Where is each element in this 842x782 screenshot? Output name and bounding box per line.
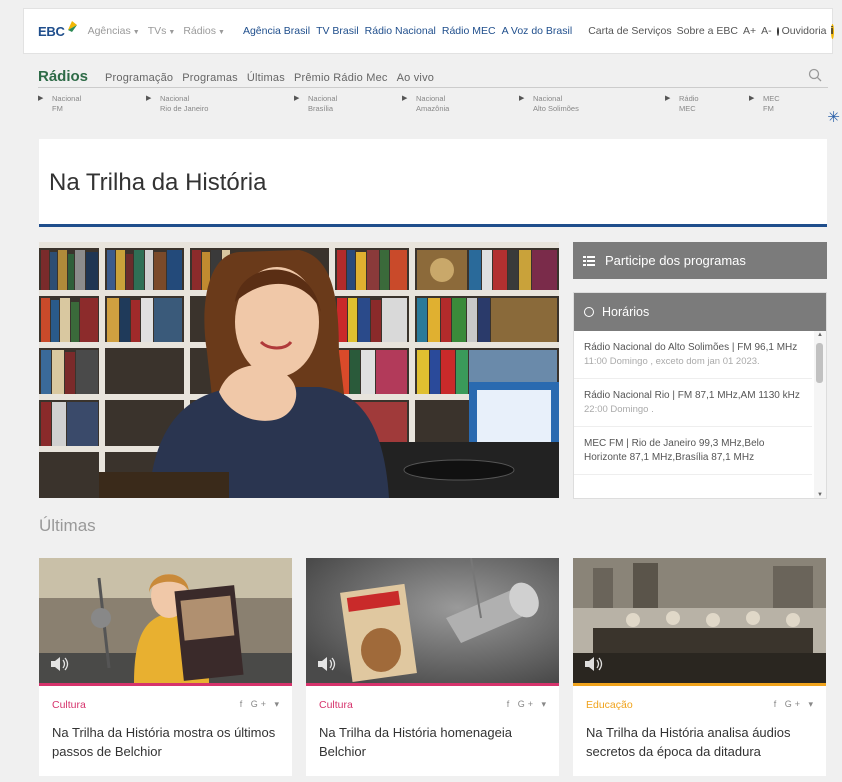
horarios-title: Horários xyxy=(602,305,650,319)
social-share-icons[interactable]: f G+ ▾ xyxy=(774,699,816,710)
play-icon: ▶ xyxy=(519,95,525,102)
link-agencia-brasil[interactable]: Agência Brasil xyxy=(243,25,310,37)
card-headline[interactable]: Na Trilha da História analisa áudios sec… xyxy=(586,723,816,761)
card-accent-bar xyxy=(39,683,292,686)
search-icon[interactable] xyxy=(808,68,822,82)
nav-programas[interactable]: Programas xyxy=(182,69,238,87)
nav-ao-vivo[interactable]: Ao vivo xyxy=(397,69,434,87)
dropdown-agencias[interactable]: Agências ▼ xyxy=(88,25,140,37)
logo-flag-icon xyxy=(67,20,77,32)
page-title: Na Trilha da História xyxy=(49,169,267,196)
accessibility-icon[interactable]: ✳ xyxy=(827,108,840,126)
participe-button[interactable]: Participe dos programas xyxy=(573,242,827,279)
nav-premio-radio-mec[interactable]: Prêmio Rádio Mec xyxy=(294,69,388,87)
station-nacional-rio[interactable]: ▶ Nacional Rio de Janeiro xyxy=(146,94,208,114)
card-category[interactable]: Cultura xyxy=(319,699,353,711)
link-tv-brasil[interactable]: TV Brasil xyxy=(316,25,359,37)
horarios-header: Horários xyxy=(574,293,826,331)
card-headline[interactable]: Na Trilha da História mostra os últimos … xyxy=(52,723,282,761)
play-icon: ▶ xyxy=(402,95,408,102)
social-share-icons[interactable]: f G+ ▾ xyxy=(240,699,282,710)
news-card-1[interactable]: Cultura f G+ ▾ Na Trilha da História mos… xyxy=(39,558,292,776)
ouvidoria-info-icon[interactable]: i xyxy=(830,23,834,39)
station-nacional-alto-solimoes[interactable]: ▶ Nacional Alto Solimões xyxy=(519,94,579,114)
scroll-thumb[interactable] xyxy=(816,343,823,383)
logo-text: EBC xyxy=(38,23,65,39)
station-nacional-amazonia[interactable]: ▶ Nacional Amazônia xyxy=(402,94,449,114)
station-radio-mec[interactable]: ▶ Rádio MEC xyxy=(665,94,699,114)
scroll-down-icon[interactable]: ▼ xyxy=(817,492,823,498)
radios-nav-bar: Rádios Programação Programas Últimas Prê… xyxy=(38,68,828,88)
card-headline[interactable]: Na Trilha da História homenageia Belchio… xyxy=(319,723,549,761)
news-card-2[interactable]: Cultura f G+ ▾ Na Trilha da História hom… xyxy=(306,558,559,776)
participe-label: Participe dos programas xyxy=(605,253,746,268)
dropdown-radios[interactable]: Rádios ▼ xyxy=(183,25,225,37)
nav-programacao[interactable]: Programação xyxy=(105,69,173,87)
link-carta-de-servicos[interactable]: Carta de Serviços xyxy=(588,25,671,37)
play-icon: ▶ xyxy=(294,95,300,102)
caret-down-icon: ▼ xyxy=(218,29,225,36)
play-icon: ▶ xyxy=(146,95,152,102)
ultimas-heading: Últimas xyxy=(39,516,96,535)
caret-down-icon: ▼ xyxy=(168,29,176,36)
audio-icon xyxy=(585,657,603,671)
dropdown-tvs[interactable]: TVs ▼ xyxy=(148,25,176,37)
hero-photo-illustration xyxy=(39,242,559,498)
station-nacional-fm[interactable]: ▶ Nacional FM xyxy=(38,94,81,114)
horarios-list[interactable]: Rádio Nacional do Alto Solimões | FM 96,… xyxy=(574,331,812,475)
card-accent-bar xyxy=(306,683,559,686)
station-nacional-brasilia[interactable]: ▶ Nacional Brasília xyxy=(294,94,337,114)
play-icon: ▶ xyxy=(38,95,44,102)
list-item: Rádio Nacional do Alto Solimões | FM 96,… xyxy=(574,331,812,379)
station-mec-fm[interactable]: ▶ MEC FM xyxy=(749,94,780,114)
list-item: MEC FM | Rio de Janeiro 99,3 MHz,Belo Ho… xyxy=(574,427,812,475)
top-navbar: EBC Agências ▼ TVs ▼ Rádios ▼ Agência Brasi… xyxy=(23,8,834,54)
caret-down-icon: ▼ xyxy=(132,29,140,36)
font-increase-button[interactable]: A+ xyxy=(743,25,756,37)
link-radio-mec[interactable]: Rádio MEC xyxy=(442,25,496,37)
scroll-up-icon[interactable]: ▲ xyxy=(817,332,823,338)
link-a-voz-do-brasil[interactable]: A Voz do Brasil xyxy=(502,25,573,37)
audio-icon xyxy=(51,657,69,671)
card-image[interactable] xyxy=(39,558,292,683)
news-card-3[interactable]: Educação f G+ ▾ Na Trilha da História an… xyxy=(573,558,826,776)
hero-image xyxy=(39,242,559,498)
horarios-scrollbar[interactable]: ▲ ▼ xyxy=(814,331,826,498)
social-share-icons[interactable]: f G+ ▾ xyxy=(507,699,549,710)
link-sobre-a-ebc[interactable]: Sobre a EBC xyxy=(677,25,738,37)
ebc-logo[interactable]: EBC xyxy=(38,20,78,39)
font-decrease-button[interactable]: A- xyxy=(761,25,772,37)
card-image[interactable] xyxy=(573,558,826,683)
card-accent-bar xyxy=(573,683,826,686)
list-icon xyxy=(583,255,595,266)
audio-icon xyxy=(318,657,336,671)
card-category[interactable]: Educação xyxy=(586,699,633,711)
horarios-panel: Horários Rádio Nacional do Alto Solimões… xyxy=(573,292,827,499)
link-ouvidoria[interactable]: Ouvidoria xyxy=(782,25,827,37)
card-image[interactable] xyxy=(306,558,559,683)
card-category[interactable]: Cultura xyxy=(52,699,86,711)
station-list: ▶ Nacional FM ▶ Nacional Rio de Janeiro ▶ Nac… xyxy=(38,94,838,120)
clock-icon xyxy=(584,307,594,317)
play-icon: ▶ xyxy=(665,95,671,102)
play-icon: ▶ xyxy=(749,95,755,102)
program-title-card: Na Trilha da História xyxy=(39,139,827,227)
contrast-icon[interactable] xyxy=(776,26,779,36)
nav-ultimas[interactable]: Últimas xyxy=(247,69,285,87)
radios-section-title[interactable]: Rádios xyxy=(38,67,88,87)
link-radio-nacional[interactable]: Rádio Nacional xyxy=(365,25,436,37)
list-item: Rádio Nacional Rio | FM 87,1 MHz,AM 1130… xyxy=(574,379,812,427)
